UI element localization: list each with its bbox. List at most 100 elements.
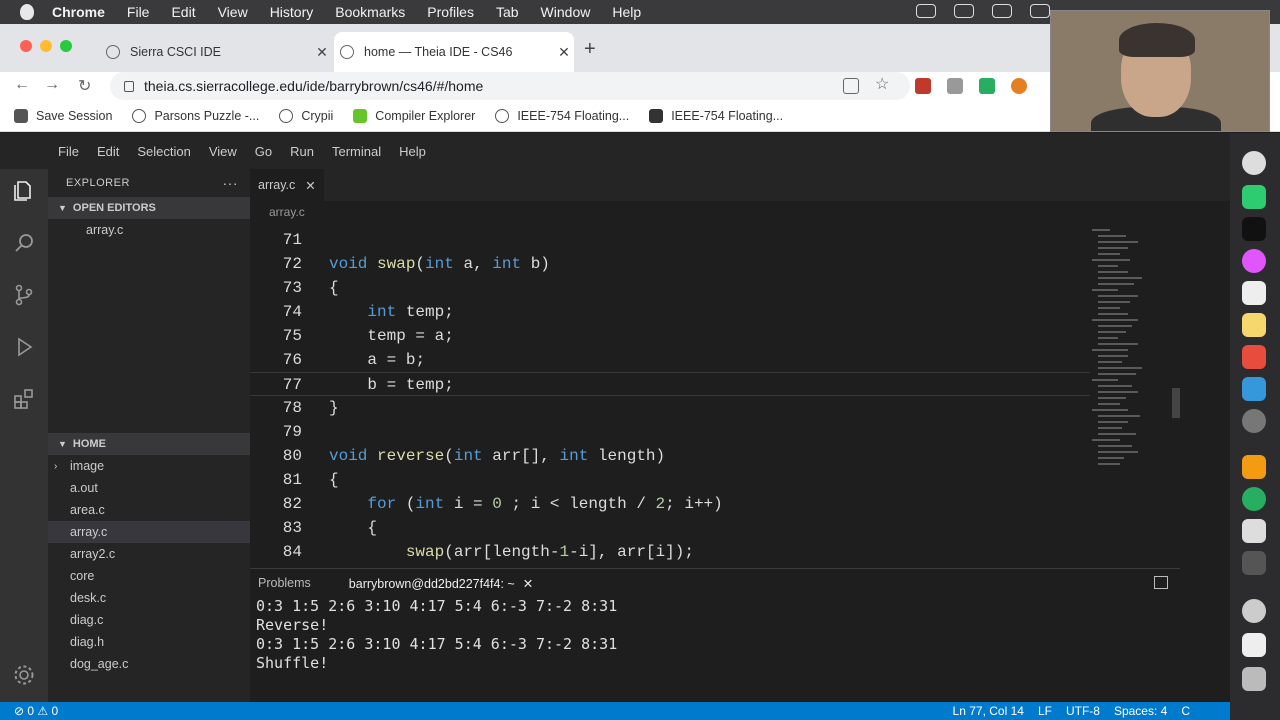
photos-icon[interactable]	[1242, 249, 1266, 273]
cloud-icon[interactable]	[916, 4, 936, 18]
open-editor-item[interactable]: array.c	[48, 219, 250, 241]
downloads-icon[interactable]	[1242, 633, 1266, 657]
folder-icon[interactable]	[1242, 599, 1266, 623]
code-line[interactable]: 84 swap(arr[length-1-i], arr[i]);	[250, 540, 1090, 564]
star-icon[interactable]: ☆	[875, 74, 889, 94]
notes-icon[interactable]	[1242, 313, 1266, 337]
editor-scrollbar[interactable]	[1172, 388, 1180, 418]
reload-icon[interactable]: ↻	[78, 76, 91, 96]
tab-terminal[interactable]: barrybrown@dd2bd227f4f4: ~ ✕	[349, 576, 533, 591]
menu-history[interactable]: History	[270, 4, 314, 20]
menu-edit[interactable]: Edit	[171, 4, 195, 20]
sublime-icon[interactable]	[1242, 455, 1266, 479]
indentation[interactable]: Spaces: 4	[1114, 704, 1167, 718]
extension-icon[interactable]	[979, 78, 995, 94]
code-line[interactable]: 79	[250, 420, 1090, 444]
chrome-icon[interactable]	[1242, 151, 1266, 175]
terminal-icon[interactable]	[1242, 217, 1266, 241]
trash-icon[interactable]	[1242, 667, 1266, 691]
bookmark-ieee-2[interactable]: IEEE-754 Floating...	[649, 108, 783, 123]
extension-icon[interactable]	[1011, 78, 1027, 94]
maximize-window-button[interactable]	[60, 40, 72, 52]
browser-tab-theia[interactable]: home — Theia IDE - CS46 ✕	[334, 32, 574, 72]
line-ending[interactable]: LF	[1038, 704, 1052, 718]
browser-tab-sierra[interactable]: Sierra CSCI IDE ✕	[100, 32, 332, 72]
forward-icon[interactable]: →	[44, 76, 60, 94]
menu-bookmarks[interactable]: Bookmarks	[335, 4, 405, 20]
split-panel-icon[interactable]	[1154, 576, 1168, 589]
bookmark-ieee-1[interactable]: IEEE-754 Floating...	[495, 108, 629, 123]
code-line[interactable]: 73 {	[250, 276, 1090, 300]
code-line[interactable]: 80 void reverse(int arr[], int length)	[250, 444, 1090, 468]
folder-item[interactable]: › image	[48, 455, 250, 477]
source-control-icon[interactable]	[12, 283, 36, 307]
file-item[interactable]: a.out	[48, 477, 250, 499]
language-mode[interactable]: C	[1181, 704, 1190, 718]
ide-menu-terminal[interactable]: Terminal	[332, 144, 381, 159]
ide-menu-go[interactable]: Go	[255, 144, 272, 159]
apple-icon[interactable]	[20, 4, 34, 20]
file-item[interactable]: dog_age.c	[48, 653, 250, 675]
home-section[interactable]: ▼ HOME	[48, 433, 250, 455]
menu-chrome[interactable]: Chrome	[52, 4, 105, 20]
open-editors-section[interactable]: ▼ OPEN EDITORS	[48, 197, 250, 219]
gear-icon[interactable]	[12, 663, 36, 687]
new-tab-button[interactable]: +	[584, 38, 596, 61]
ide-menu-selection[interactable]: Selection	[137, 144, 190, 159]
script-editor-icon[interactable]	[1242, 519, 1266, 543]
file-item-selected[interactable]: array.c	[48, 521, 250, 543]
file-item[interactable]: array2.c	[48, 543, 250, 565]
code-line[interactable]: 72 void swap(int a, int b)	[250, 252, 1090, 276]
menu-file[interactable]: File	[127, 4, 150, 20]
terminal-output[interactable]: 0:3 1:5 2:6 3:10 4:17 5:4 6:-3 7:-2 8:31…	[250, 597, 1180, 673]
cursor-position[interactable]: Ln 77, Col 14	[953, 704, 1024, 718]
more-actions-icon[interactable]: ···	[223, 175, 239, 191]
ide-menu-run[interactable]: Run	[290, 144, 314, 159]
code-line[interactable]: 76 a = b;	[250, 348, 1090, 372]
settings-icon[interactable]	[1242, 409, 1266, 433]
file-item[interactable]: diag.c	[48, 609, 250, 631]
debug-icon[interactable]	[12, 335, 36, 359]
back-icon[interactable]: ←	[14, 76, 30, 94]
bookmark-save-session[interactable]: Save Session	[14, 108, 112, 123]
code-line[interactable]: 71	[250, 228, 1090, 252]
ide-menu-view[interactable]: View	[209, 144, 237, 159]
code-line[interactable]: 81 {	[250, 468, 1090, 492]
app-icon[interactable]	[1242, 487, 1266, 511]
close-icon[interactable]: ✕	[305, 178, 315, 193]
menu-window[interactable]: Window	[541, 4, 591, 20]
code-editor[interactable]: 71 72 void swap(int a, int b) 73 {74 int tem…	[250, 228, 1090, 568]
extensions-icon[interactable]	[12, 387, 36, 411]
wifi-icon[interactable]	[1030, 4, 1050, 18]
file-item[interactable]: desk.c	[48, 587, 250, 609]
file-item[interactable]: area.c	[48, 499, 250, 521]
encoding[interactable]: UTF-8	[1066, 704, 1100, 718]
code-line[interactable]: 82 for (int i = 0 ; i < length / 2; i++)	[250, 492, 1090, 516]
app-icon[interactable]	[1242, 345, 1266, 369]
menu-tab[interactable]: Tab	[496, 4, 519, 20]
ide-menu-edit[interactable]: Edit	[97, 144, 119, 159]
minimize-window-button[interactable]	[40, 40, 52, 52]
bookmark-parsons[interactable]: Parsons Puzzle -...	[132, 108, 259, 123]
tab-problems[interactable]: Problems	[258, 576, 311, 590]
code-line[interactable]: 78}	[250, 396, 1090, 420]
file-item[interactable]: diag.h	[48, 631, 250, 653]
app-store-icon[interactable]	[1242, 377, 1266, 401]
code-line[interactable]: 77 b = temp;	[250, 372, 1090, 396]
ide-menu-help[interactable]: Help	[399, 144, 426, 159]
close-tab-icon[interactable]: ✕	[312, 44, 332, 61]
close-icon[interactable]: ✕	[523, 577, 533, 591]
menu-help[interactable]: Help	[612, 4, 641, 20]
address-bar[interactable]: theia.cs.sierracollege.edu/ide/barrybrow…	[110, 72, 910, 100]
search-icon[interactable]	[12, 231, 36, 255]
code-line[interactable]: 83 {	[250, 516, 1090, 540]
problems-count[interactable]: ⊘ 0 ⚠ 0	[0, 704, 58, 718]
record-icon[interactable]	[954, 4, 974, 18]
share-icon[interactable]	[843, 78, 859, 94]
code-line[interactable]: 74 int temp;	[250, 300, 1090, 324]
messages-icon[interactable]	[1242, 185, 1266, 209]
lock-icon[interactable]	[124, 80, 134, 92]
code-line[interactable]: 75 temp = a;	[250, 324, 1090, 348]
editor-tab-array-c[interactable]: array.c ✕	[250, 169, 324, 201]
breadcrumb[interactable]: array.c	[250, 201, 1230, 223]
